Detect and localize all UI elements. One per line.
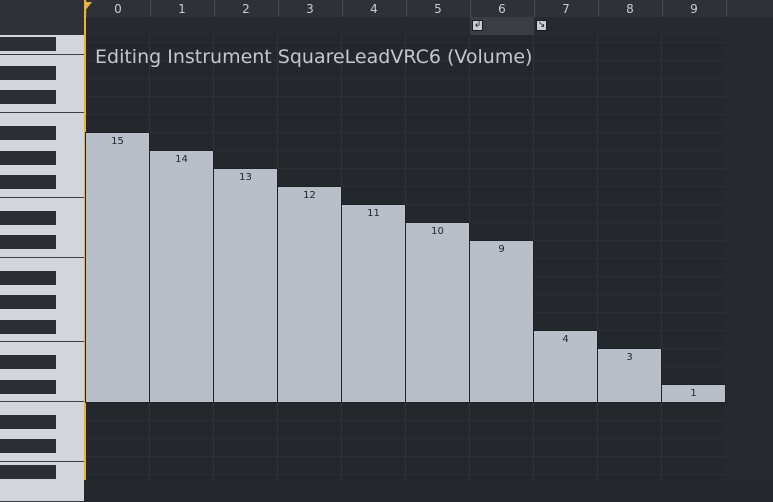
ruler-column-number: 5 [434,2,442,16]
bar-value-label: 15 [111,136,124,147]
envelope-bar[interactable]: 12 [277,186,342,403]
column-ruler[interactable]: 0 1 2 3 4 5 6 7 8 9 [86,0,773,17]
playhead-icon[interactable] [84,2,92,12]
release-icon[interactable]: ↘ [536,20,547,31]
piano-black-key[interactable] [0,271,56,285]
piano-black-key[interactable] [0,151,56,165]
bar-value-label: 4 [562,334,569,345]
grid-empty-area [725,35,773,480]
bar-value-label: 9 [498,244,505,255]
piano-black-key[interactable] [0,126,56,140]
piano-keyboard[interactable] [0,0,84,502]
ruler-column-number: 1 [178,2,186,16]
ruler-column-number: 2 [242,2,250,16]
piano-black-key[interactable] [0,66,56,80]
loop-bar[interactable] [86,17,773,35]
piano-black-key[interactable] [0,320,56,334]
grid-row-line [86,96,773,97]
ruler-column-number: 8 [626,2,634,16]
editor-title: Editing Instrument SquareLeadVRC6 (Volum… [95,46,533,68]
bar-value-label: 10 [431,226,444,237]
envelope-bar[interactable]: 11 [341,204,406,403]
piano-black-key[interactable] [0,235,56,249]
piano-black-key[interactable] [0,175,56,189]
ruler-column-number: 6 [498,2,506,16]
grid-row-line [86,456,773,457]
bar-value-label: 13 [239,172,252,183]
grid-row-line [86,114,773,115]
grid-row-line [86,42,773,43]
piano-black-key[interactable] [0,295,56,309]
ruler-column-number: 9 [690,2,698,16]
grid-row-line [86,474,773,475]
piano-black-key[interactable] [0,439,56,453]
ruler-column-number: 3 [306,2,314,16]
bar-value-label: 1 [690,388,697,399]
grid-row-line [86,438,773,439]
envelope-bar[interactable]: 14 [149,150,214,403]
corner-panel [0,0,84,35]
envelope-bar[interactable]: 3 [597,348,662,403]
piano-black-key[interactable] [0,37,56,51]
piano-black-key[interactable] [0,355,56,369]
loop-start-icon[interactable]: ↲ [472,20,483,31]
ruler-tick [470,0,471,17]
ruler-tick [214,0,215,17]
grid-row-line [86,132,773,133]
envelope-bar[interactable]: 4 [533,330,598,403]
piano-white-key[interactable] [0,198,84,258]
piano-white-key[interactable] [0,402,84,462]
ruler-column-number: 0 [114,2,122,16]
bar-value-label: 12 [303,190,316,201]
piano-black-key[interactable] [0,90,56,104]
ruler-tick [662,0,663,17]
grid-row-line [86,420,773,421]
ruler-tick [150,0,151,17]
envelope-bar[interactable]: 10 [405,222,470,403]
envelope-bar[interactable]: 1 [661,384,726,403]
ruler-tick [406,0,407,17]
ruler-tick [726,0,727,17]
ruler-column-number: 7 [562,2,570,16]
envelope-bar[interactable]: 13 [213,168,278,403]
ruler-column-number: 4 [370,2,378,16]
piano-black-key[interactable] [0,380,56,394]
bar-value-label: 11 [367,208,380,219]
ruler-tick [598,0,599,17]
piano-black-key[interactable] [0,415,56,429]
ruler-tick [534,0,535,17]
envelope-bar[interactable]: 15 [85,132,150,403]
piano-black-key[interactable] [0,465,56,479]
bar-value-label: 3 [626,352,633,363]
piano-black-key[interactable] [0,211,56,225]
grid-row-line [86,78,773,79]
ruler-tick [342,0,343,17]
bar-value-label: 14 [175,154,188,165]
envelope-bar[interactable]: 9 [469,240,534,403]
ruler-tick [278,0,279,17]
piano-white-key[interactable] [0,55,84,113]
